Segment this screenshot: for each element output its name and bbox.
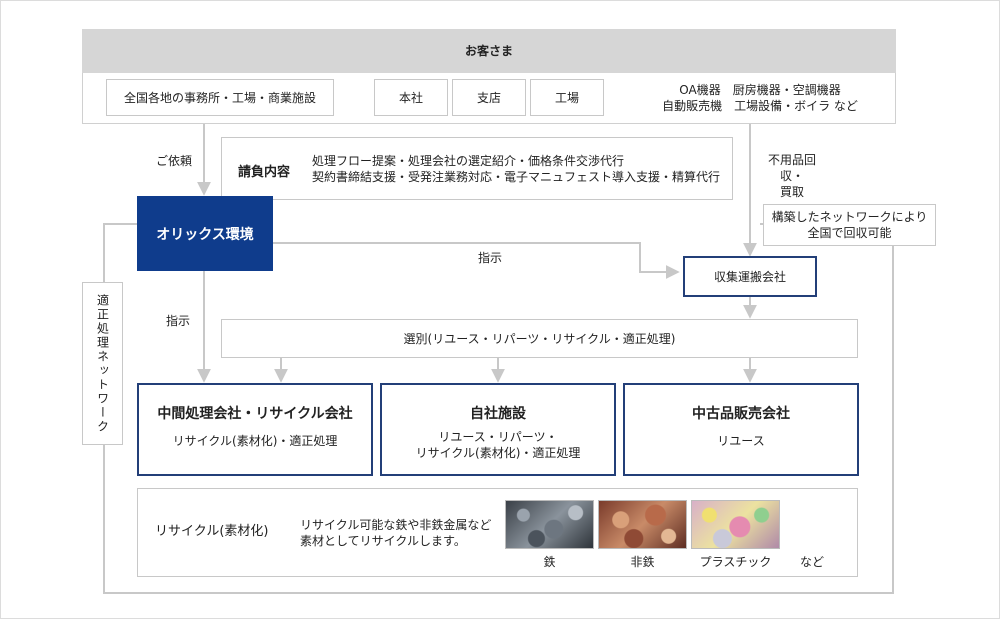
recycle-description: リサイクル可能な鉄や非鉄金属など 素材としてリサイクルします。 — [300, 517, 500, 549]
customer-branch: 支店 — [452, 79, 526, 116]
network-note-line-2: 全国で回収可能 — [807, 226, 892, 240]
buyback-label: 不用品回収・ 買取 — [757, 152, 827, 200]
sorting-box: 選別(リユース・リパーツ・リサイクル・適正処理) — [221, 319, 858, 358]
customer-title: お客さま — [82, 29, 896, 73]
box-line-2: リサイクル(素材化)・適正処理 — [415, 446, 581, 460]
nonferrous-photo — [598, 500, 687, 549]
collector-box: 収集運搬会社 — [683, 256, 817, 297]
contract-line-1: 処理フロー提案・処理会社の選定紹介・価格条件交渉代行 — [312, 154, 625, 168]
photo-caption-plastic: プラスチック — [699, 555, 772, 569]
equipment-line-2: 自動販売機 工場設備・ボイラ など — [662, 99, 858, 113]
customer-offices: 全国各地の事務所・工場・商業施設 — [106, 79, 334, 116]
recycle-title: リサイクル(素材化) — [155, 524, 269, 539]
orix-environment-box: オリックス環境 — [137, 196, 273, 271]
box-line-1: リサイクル(素材化)・適正処理 — [172, 434, 338, 448]
instruct-left-label: 指示 — [166, 314, 191, 328]
contract-title: 請負内容 — [238, 165, 291, 180]
photo-caption-iron: 鉄 — [543, 555, 556, 569]
iron-photo — [505, 500, 594, 549]
customer-hq: 本社 — [374, 79, 448, 116]
box-title: 中古品販売会社 — [692, 406, 790, 422]
own-facility-box: 自社施設 リユース・リパーツ・ リサイクル(素材化)・適正処理 — [380, 383, 616, 476]
network-vertical-label: 適正処理ネットワーク — [95, 293, 110, 434]
box-title: 自社施設 — [470, 406, 526, 422]
contract-line-2: 契約書締結支援・受発注業務対応・電子マニュフェスト導入支援・精算代行 — [312, 170, 721, 184]
used-goods-seller-box: 中古品販売会社 リユース — [623, 383, 859, 476]
recycle-desc-line-1: リサイクル可能な鉄や非鉄金属など — [300, 518, 492, 532]
instruct-top-label: 指示 — [478, 251, 503, 265]
box-line-1: リユース・リパーツ・ — [438, 430, 558, 444]
photo-caption-etc: など — [800, 555, 825, 569]
box-line-1: リユース — [717, 434, 765, 448]
customer-factory: 工場 — [530, 79, 604, 116]
request-label: ご依頼 — [156, 154, 193, 168]
box-title: 中間処理会社・リサイクル会社 — [157, 406, 353, 422]
network-vertical-box: 適正処理ネットワーク — [82, 282, 123, 445]
customer-equipment: OA機器 厨房機器・空調機器 自動販売機 工場設備・ボイラ など — [640, 82, 880, 114]
photo-caption-nonferrous: 非鉄 — [630, 555, 655, 569]
plastic-photo — [691, 500, 780, 549]
contract-details: 処理フロー提案・処理会社の選定紹介・価格条件交渉代行 契約書締結支援・受発注業務… — [312, 153, 727, 185]
network-note: 構築したネットワークにより 全国で回収可能 — [763, 204, 936, 246]
network-note-line-1: 構築したネットワークにより — [771, 210, 928, 224]
recycle-desc-line-2: 素材としてリサイクルします。 — [300, 534, 466, 548]
buyback-line-2: 買取 — [779, 185, 804, 199]
buyback-line-1: 不用品回収・ — [767, 153, 816, 183]
intermediate-processor-box: 中間処理会社・リサイクル会社 リサイクル(素材化)・適正処理 — [137, 383, 373, 476]
equipment-line-1: OA機器 厨房機器・空調機器 — [679, 83, 841, 97]
